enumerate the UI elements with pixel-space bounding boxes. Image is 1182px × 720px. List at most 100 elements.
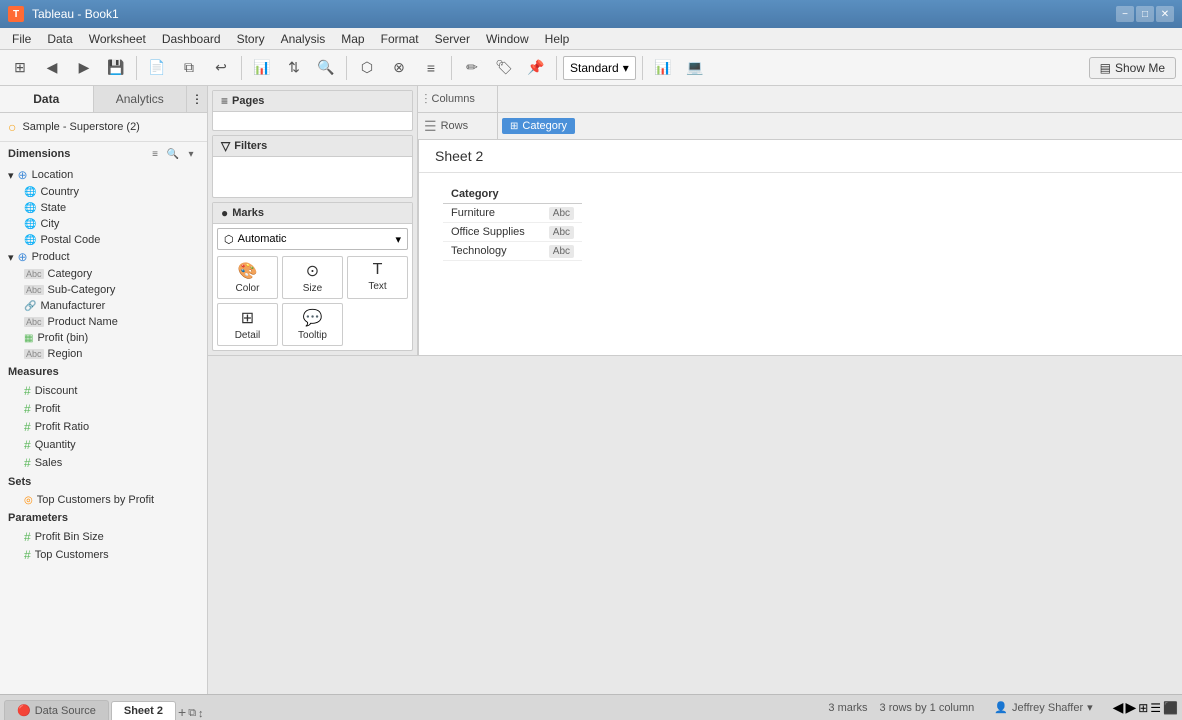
toolbar-hierarchy[interactable]: ≡ — [417, 54, 445, 82]
location-header[interactable]: ▾ ⊕ Location — [0, 166, 207, 184]
toolbar-fix-axis[interactable]: 📌 — [522, 54, 550, 82]
sheet2-tab[interactable]: Sheet 2 — [111, 701, 176, 720]
toolbar-forward[interactable]: ▶ — [70, 54, 98, 82]
rows-content[interactable]: ⊞ Category — [498, 116, 1182, 136]
dim-add[interactable]: ▾ — [183, 146, 199, 162]
postal-label: Postal Code — [40, 234, 100, 246]
sales-label: Sales — [35, 457, 63, 469]
measures-label: Measures — [8, 366, 59, 378]
dim-search[interactable]: 🔍 — [165, 146, 181, 162]
menu-dashboard[interactable]: Dashboard — [154, 30, 229, 48]
toolbar-set[interactable]: ⊗ — [385, 54, 413, 82]
minimize-button[interactable]: − — [1116, 6, 1134, 22]
marks-size-btn[interactable]: ⊙ Size — [282, 256, 343, 299]
view-grid-btn[interactable]: ⊞ — [1138, 699, 1148, 716]
toolbar-annotate[interactable]: ✏ — [458, 54, 486, 82]
measure-profit[interactable]: # Profit — [0, 400, 207, 418]
dim-city[interactable]: 🌐 City — [0, 216, 207, 232]
marks-color-btn[interactable]: 🎨 Color — [217, 256, 278, 299]
sheet-title: Sheet 2 — [419, 140, 1182, 173]
menu-worksheet[interactable]: Worksheet — [81, 30, 154, 48]
datasource-tab[interactable]: 🔴 Data Source — [4, 700, 109, 720]
dim-product-name[interactable]: Abc Product Name — [0, 314, 207, 330]
measure-discount[interactable]: # Discount — [0, 382, 207, 400]
menu-format[interactable]: Format — [373, 30, 427, 48]
toolbar-save[interactable]: 💾 — [102, 54, 130, 82]
category-pill[interactable]: ⊞ Category — [502, 118, 575, 134]
measure-quantity[interactable]: # Quantity — [0, 436, 207, 454]
dim-subcategory[interactable]: Abc Sub-Category — [0, 282, 207, 298]
marks-type-select[interactable]: ⬡ Automatic ▾ — [217, 228, 408, 250]
toolbar-new-datasource[interactable]: ⊞ — [6, 54, 34, 82]
toolbar-chart[interactable]: 📊 — [248, 54, 276, 82]
param-profit-bin-size[interactable]: # Profit Bin Size — [0, 528, 207, 546]
toolbar-duplicate[interactable]: ⧉ — [175, 54, 203, 82]
marks-detail-btn[interactable]: ⊞ Detail — [217, 303, 278, 346]
sort-sheet-btn[interactable]: ↕ — [198, 708, 204, 720]
data-tab[interactable]: Data — [0, 86, 94, 112]
marks-tooltip-btn[interactable]: 💬 Tooltip — [282, 303, 343, 346]
menu-analysis[interactable]: Analysis — [273, 30, 334, 48]
set-icon: ◎ — [24, 495, 33, 506]
menu-window[interactable]: Window — [478, 30, 537, 48]
panel-scroll[interactable]: Dimensions ≡ 🔍 ▾ ▾ ⊕ Location 🌐 Country — [0, 142, 207, 694]
dim-region[interactable]: Abc Region — [0, 346, 207, 362]
param-top-customers[interactable]: # Top Customers — [0, 546, 207, 564]
menu-file[interactable]: File — [4, 30, 39, 48]
toolbar-highlight[interactable]: 🔍 — [312, 54, 340, 82]
data-source-row[interactable]: ○ Sample - Superstore (2) — [0, 113, 207, 142]
toolbar-mark-label[interactable]: 🏷 — [490, 54, 518, 82]
toolbar-group[interactable]: ⬡ — [353, 54, 381, 82]
toolbar-undo[interactable]: ↩ — [207, 54, 235, 82]
product-header[interactable]: ▾ ⊕ Product — [0, 248, 207, 266]
view-expand-btn[interactable]: ⬛ — [1163, 699, 1178, 716]
analytics-tab[interactable]: Analytics — [94, 86, 188, 112]
toolbar-swap[interactable]: ⇅ — [280, 54, 308, 82]
dim-profit-bin[interactable]: ▦ Profit (bin) — [0, 330, 207, 346]
dim-postal-code[interactable]: 🌐 Postal Code — [0, 232, 207, 248]
tooltip-label: Tooltip — [298, 330, 327, 341]
view-left-btn[interactable]: ◀ — [1113, 699, 1124, 716]
panel-menu-btn[interactable]: ⋮ — [187, 86, 207, 112]
profit-icon: # — [24, 402, 31, 416]
set-top-customers[interactable]: ◎ Top Customers by Profit — [0, 492, 207, 508]
toolbar-device-preview[interactable]: 💻 — [681, 54, 709, 82]
marks-type-chevron: ▾ — [395, 233, 401, 246]
toolbar-back[interactable]: ◀ — [38, 54, 66, 82]
sales-icon: # — [24, 456, 31, 470]
view-list-btn[interactable]: ☰ — [1150, 699, 1161, 716]
menu-server[interactable]: Server — [427, 30, 478, 48]
duplicate-sheet-btn[interactable]: ⧉ — [188, 707, 196, 720]
product-expand-icon: ▾ — [8, 251, 14, 264]
marks-text-btn[interactable]: T Text — [347, 256, 408, 299]
pages-icon: ≡ — [221, 94, 228, 108]
toolbar-new-sheet[interactable]: 📄 — [143, 54, 171, 82]
state-label: State — [40, 202, 66, 214]
close-button[interactable]: ✕ — [1156, 6, 1174, 22]
menu-story[interactable]: Story — [229, 30, 273, 48]
table-header: Category — [443, 185, 533, 204]
columns-content[interactable] — [498, 97, 1182, 101]
toolbar-bar-chart[interactable]: 📊 — [649, 54, 677, 82]
dim-list-view[interactable]: ≡ — [147, 146, 163, 162]
standard-dropdown[interactable]: Standard ▾ — [563, 56, 636, 80]
marks-label: Marks — [232, 207, 264, 219]
discount-label: Discount — [35, 385, 78, 397]
product-name-label: Product Name — [48, 316, 118, 328]
dim-manufacturer[interactable]: 🔗 Manufacturer — [0, 298, 207, 314]
measure-profit-ratio[interactable]: # Profit Ratio — [0, 418, 207, 436]
dim-state[interactable]: 🌐 State — [0, 200, 207, 216]
menu-help[interactable]: Help — [537, 30, 578, 48]
menu-map[interactable]: Map — [333, 30, 372, 48]
maximize-button[interactable]: □ — [1136, 6, 1154, 22]
dim-country[interactable]: 🌐 Country — [0, 184, 207, 200]
show-me-button[interactable]: ▤ Show Me — [1089, 57, 1176, 79]
dim-category[interactable]: Abc Category — [0, 266, 207, 282]
canvas-area: Sheet 2 Category — [418, 140, 1182, 355]
menu-data[interactable]: Data — [39, 30, 80, 48]
measure-sales[interactable]: # Sales — [0, 454, 207, 472]
add-sheet-btn[interactable]: + — [178, 704, 186, 720]
view-right-btn[interactable]: ▶ — [1125, 699, 1136, 716]
color-label: Color — [236, 283, 260, 294]
window-controls: − □ ✕ — [1116, 6, 1174, 22]
